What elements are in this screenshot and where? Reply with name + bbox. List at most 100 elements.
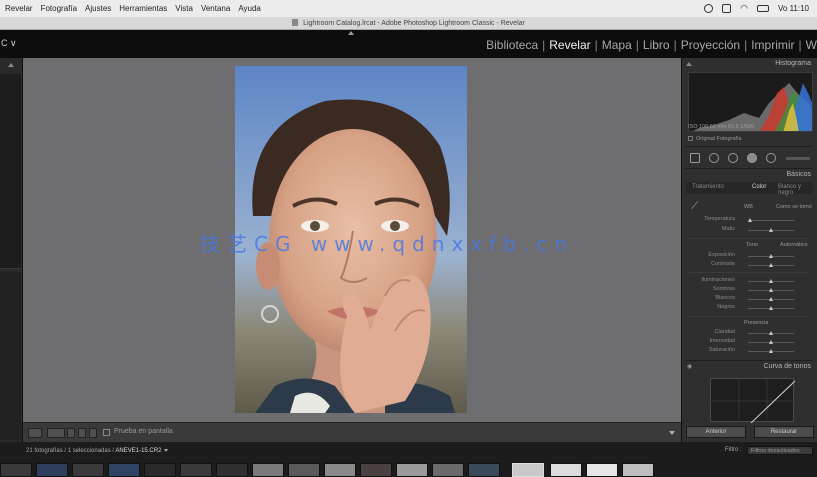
filter-label: Filtro : — [725, 447, 742, 453]
slider-sombras[interactable]: Sombras — [686, 286, 813, 294]
slider-knob[interactable] — [769, 340, 773, 344]
tone-auto-button[interactable]: Automático — [780, 242, 808, 248]
filmstrip-thumb[interactable] — [432, 463, 464, 477]
slider-knob[interactable] — [769, 288, 773, 292]
filmstrip-thumb[interactable] — [0, 463, 32, 477]
basic-panel-title[interactable]: Básicos — [786, 171, 811, 178]
filmstrip-thumb[interactable] — [396, 463, 428, 477]
menu-fotografia[interactable]: Fotografía — [41, 4, 77, 13]
slider-intensidad[interactable]: Intensidad — [686, 338, 813, 346]
filter-select[interactable]: Filtros desactivados — [747, 446, 813, 455]
collapse-right-panel-icon[interactable] — [686, 62, 692, 66]
slider-claridad[interactable]: Claridad — [686, 329, 813, 337]
filmstrip-thumb[interactable] — [288, 463, 320, 477]
filmstrip-thumb[interactable] — [468, 463, 500, 477]
tab-bw[interactable]: Blanco y negro — [778, 184, 813, 196]
curve-panel-icon[interactable]: ◉ — [687, 363, 692, 370]
slider-knob[interactable] — [769, 263, 773, 267]
filmstrip-thumb[interactable] — [144, 463, 176, 477]
menu-herramientas[interactable]: Herramientas — [119, 4, 167, 13]
module-libro[interactable]: Libro — [643, 38, 670, 52]
soft-proofing-checkbox[interactable] — [103, 429, 110, 436]
tone-curve-graph[interactable] — [710, 378, 796, 424]
filmstrip-thumb[interactable] — [108, 463, 140, 477]
slider-knob[interactable] — [769, 349, 773, 353]
slider-blancos[interactable]: Blancos — [686, 295, 813, 303]
menu-vista[interactable]: Vista — [175, 4, 193, 13]
tab-tratamiento[interactable]: Tratamiento — [692, 184, 724, 190]
white-balance-picker-icon[interactable]: ⟋ — [691, 201, 698, 212]
wb-value[interactable]: Como se tomó — [776, 204, 812, 210]
battery-icon[interactable] — [757, 5, 769, 12]
identity-plate[interactable]: C ∨ — [1, 38, 17, 49]
navigator-panel[interactable] — [0, 74, 21, 269]
slider-knob[interactable] — [769, 306, 773, 310]
slider-knob[interactable] — [769, 228, 773, 232]
brush-slider[interactable] — [786, 157, 810, 160]
before-after-swap-button[interactable] — [67, 428, 75, 438]
slider-matiz[interactable]: Matiz — [686, 226, 813, 234]
slider-track[interactable] — [748, 220, 794, 221]
display-icon[interactable] — [722, 4, 732, 13]
filmstrip-thumb[interactable] — [216, 463, 248, 477]
copy-settings-button[interactable] — [78, 428, 86, 438]
filmstrip-thumb[interactable] — [622, 463, 654, 477]
collapse-left-panel-icon[interactable] — [8, 63, 14, 67]
toggle-button[interactable] — [89, 428, 97, 438]
before-after-button[interactable] — [47, 428, 65, 438]
menu-ventana[interactable]: Ventana — [201, 4, 230, 13]
red-eye-icon[interactable] — [728, 153, 738, 163]
menu-revelar[interactable]: Revelar — [5, 4, 33, 13]
spot-removal-icon[interactable] — [709, 153, 719, 163]
slider-contraste[interactable]: Contraste — [686, 261, 813, 269]
slider-exposicion[interactable]: Exposición — [686, 252, 813, 260]
previous-button[interactable]: Anterior — [686, 426, 746, 438]
filmstrip-thumb[interactable] — [252, 463, 284, 477]
filmstrip-thumb[interactable] — [36, 463, 68, 477]
slider-saturacion[interactable]: Saturación — [686, 347, 813, 355]
slider-temperatura[interactable]: Temperatura — [686, 216, 813, 224]
slider-knob[interactable] — [769, 254, 773, 258]
filmstrip-thumb[interactable] — [180, 463, 212, 477]
module-mapa[interactable]: Mapa — [602, 38, 632, 52]
slider-knob[interactable] — [769, 297, 773, 301]
slider-knob[interactable] — [748, 218, 753, 222]
presence-label: Presencia — [744, 320, 769, 326]
collapse-top-panel-icon[interactable] — [348, 31, 354, 35]
module-imprimir[interactable]: Imprimir — [751, 38, 794, 52]
loupe-view-button[interactable] — [28, 428, 42, 438]
filmstrip-thumb[interactable] — [324, 463, 356, 477]
slider-knob[interactable] — [769, 331, 773, 335]
histogram-panel[interactable] — [688, 72, 813, 132]
menu-clock[interactable]: Vo 11:10 — [778, 4, 809, 13]
filmstrip-thumb[interactable] — [72, 463, 104, 477]
radial-filter-icon[interactable] — [766, 153, 776, 163]
histogram-title[interactable]: Histograma — [775, 60, 811, 67]
crop-tool-icon[interactable] — [690, 153, 700, 163]
menu-ajustes[interactable]: Ajustes — [85, 4, 111, 13]
presets-panel[interactable] — [0, 272, 21, 440]
filmstrip-thumb[interactable] — [550, 463, 582, 477]
window-title: Lightroom Catalog.lrcat - Adobe Photosho… — [303, 20, 525, 27]
graduated-filter-icon[interactable] — [747, 153, 757, 163]
reset-button[interactable]: Restaurar — [754, 426, 814, 438]
menu-ayuda[interactable]: Ayuda — [238, 4, 261, 13]
filmstrip-thumb-selected[interactable] — [512, 463, 544, 477]
module-proyeccion[interactable]: Proyección — [681, 38, 740, 52]
slider-iluminaciones[interactable]: Iluminaciones — [686, 277, 813, 285]
tab-color[interactable]: Color — [752, 184, 766, 190]
module-biblioteca[interactable]: Biblioteca — [486, 38, 538, 52]
module-web[interactable]: W — [806, 38, 817, 52]
slider-negros[interactable]: Negros — [686, 304, 813, 312]
filmstrip-thumb[interactable] — [360, 463, 392, 477]
filmstrip-info[interactable]: 21 fotografías / 1 seleccionadas / ANEVE… — [26, 448, 169, 454]
filmstrip-thumb[interactable] — [586, 463, 618, 477]
module-revelar[interactable]: Revelar — [549, 38, 590, 52]
tone-curve-title[interactable]: Curva de tonos — [764, 363, 811, 370]
toolbar-menu-icon[interactable] — [669, 431, 675, 435]
original-photo-checkbox[interactable] — [688, 136, 693, 141]
status-circle-icon[interactable] — [704, 4, 714, 13]
wifi-icon[interactable]: ◠ — [740, 3, 748, 14]
slider-knob[interactable] — [769, 279, 773, 283]
histogram-info: ISO 100 50 mm f/2.8 1/500 — [688, 124, 755, 130]
